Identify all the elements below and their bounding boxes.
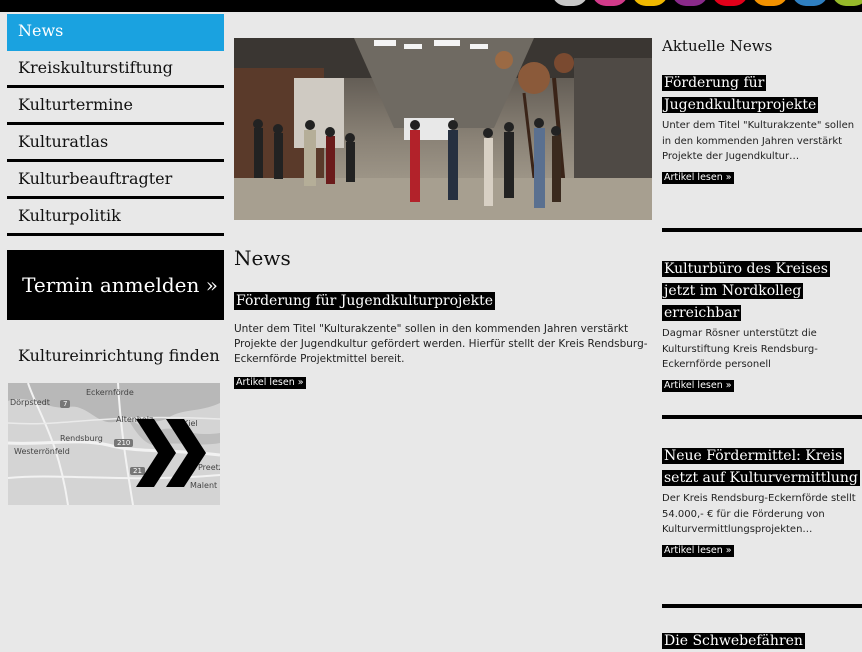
brand-color-strip — [552, 0, 862, 6]
sidebar-news-item: Neue Fördermittel: Kreis setzt auf Kultu… — [662, 445, 862, 557]
sidebar-news-item: Die Schwebefähren — [662, 630, 862, 652]
read-more-link[interactable]: Artikel lesen » — [234, 377, 306, 389]
termin-anmelden-button[interactable]: Termin anmelden » — [7, 250, 224, 320]
read-more-link[interactable]: Artikel lesen » — [662, 171, 734, 184]
map-label-westerroenfeld: Westerrönfeld — [14, 447, 70, 456]
read-more-link[interactable]: Artikel lesen » — [662, 544, 734, 557]
read-more-link[interactable]: Artikel lesen » — [662, 379, 734, 392]
divider — [662, 415, 862, 419]
map-label-doerpstedt: Dörpstedt — [10, 398, 50, 407]
sidebar-heading: Aktuelle News — [662, 37, 773, 55]
article-teaser: Unter dem Titel "Kulturakzente" sollen i… — [234, 323, 648, 365]
sidebar-news-title-link[interactable]: Förderung für Jugendkulturprojekte — [662, 72, 862, 116]
main-navigation: News Kreiskulturstiftung Kulturtermine K… — [7, 14, 224, 236]
nav-item-kulturbeauftragter[interactable]: Kulturbeauftragter — [7, 162, 224, 199]
map-road-badge: 7 — [60, 400, 71, 408]
map-label-rendsburg: Rendsburg — [60, 434, 103, 443]
map-label-eckernfoerde: Eckernförde — [86, 388, 134, 397]
sidebar-news-teaser: Der Kreis Rendsburg-Eckernförde stellt 5… — [662, 493, 856, 535]
news-sidebar: Aktuelle News Förderung für Jugendkultur… — [662, 36, 862, 649]
sidebar-news-title-link[interactable]: Neue Fördermittel: Kreis setzt auf Kultu… — [662, 445, 862, 489]
article-title-link[interactable]: Förderung für Jugendkulturprojekte — [234, 292, 496, 310]
finder-label: Kultureinrichtung finden — [18, 346, 220, 365]
nav-item-news[interactable]: News — [7, 14, 224, 51]
nav-item-kreiskulturstiftung[interactable]: Kreiskulturstiftung — [7, 51, 224, 88]
map-road-badge: 210 — [114, 439, 134, 447]
sidebar-news-teaser: Dagmar Rösner unterstützt die Kulturstif… — [662, 328, 818, 370]
double-chevron-right-icon — [136, 419, 206, 487]
sidebar-news-title-link[interactable]: Die Schwebefähren — [662, 630, 862, 652]
sidebar-news-teaser: Unter dem Titel "Kulturakzente" sollen i… — [662, 120, 855, 162]
sidebar-news-item: Kulturbüro des Kreises jetzt im Nordkoll… — [662, 258, 862, 392]
page-title: News — [234, 246, 291, 270]
sidebar-news-item: Förderung für Jugendkulturprojekte Unter… — [662, 72, 862, 184]
nav-item-kulturatlas[interactable]: Kulturatlas — [7, 125, 224, 162]
divider — [662, 228, 862, 232]
hero-image — [234, 38, 652, 220]
nav-item-kulturpolitik[interactable]: Kulturpolitik — [7, 199, 224, 236]
divider — [662, 604, 862, 608]
nav-item-kulturtermine[interactable]: Kulturtermine — [7, 88, 224, 125]
sidebar-news-title-link[interactable]: Kulturbüro des Kreises jetzt im Nordkoll… — [662, 258, 862, 324]
map-link[interactable]: Dörpstedt 7 Eckernförde Altenholz Kiel R… — [8, 383, 220, 505]
